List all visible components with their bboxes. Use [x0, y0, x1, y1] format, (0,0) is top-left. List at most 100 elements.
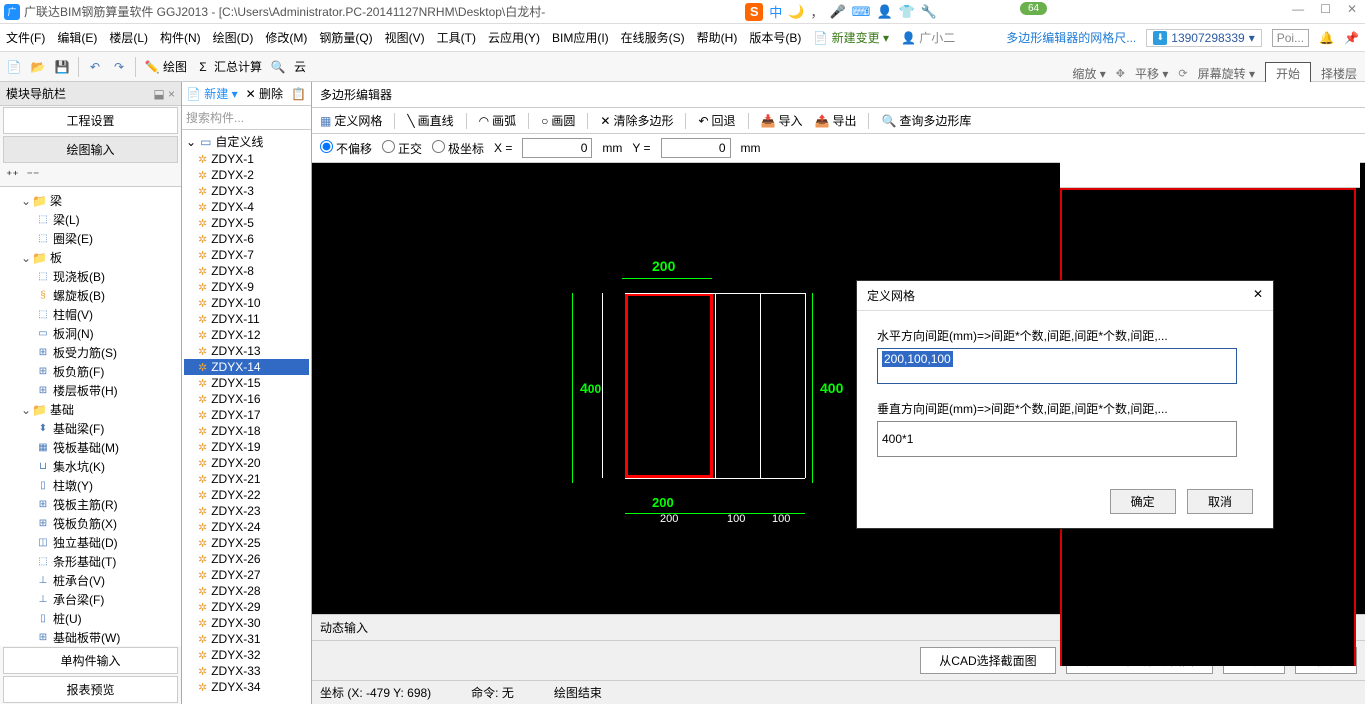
- mid-item[interactable]: ✲ZDYX-5: [184, 215, 309, 231]
- floor-sel-btn[interactable]: 择楼层: [1321, 65, 1357, 82]
- tb-draw-arc[interactable]: ◠画弧: [479, 112, 517, 129]
- tree-fbjc[interactable]: ▦筏板基础(M): [4, 438, 177, 457]
- h-spacing-input[interactable]: 200,100,100: [877, 348, 1237, 384]
- tree-zct[interactable]: ⊥桩承台(V): [4, 571, 177, 590]
- mid-tree[interactable]: ⌄▭自定义线 ✲ZDYX-1✲ZDYX-2✲ZDYX-3✲ZDYX-4✲ZDYX…: [182, 130, 311, 704]
- mid-item[interactable]: ✲ZDYX-11: [184, 311, 309, 327]
- ime-keyboard-icon[interactable]: ⌨: [852, 4, 871, 20]
- phone-box[interactable]: ⬇13907298339 ▾: [1146, 29, 1261, 47]
- tb-undo[interactable]: ↶回退: [698, 112, 735, 129]
- mid-item[interactable]: ✲ZDYX-1: [184, 151, 309, 167]
- mid-item[interactable]: ✲ZDYX-33: [184, 663, 309, 679]
- menu-component[interactable]: 构件(N): [160, 29, 201, 46]
- mid-item[interactable]: ✲ZDYX-18: [184, 423, 309, 439]
- mid-item[interactable]: ✲ZDYX-25: [184, 535, 309, 551]
- new-file-icon[interactable]: 📄: [6, 59, 22, 75]
- tree-dljc[interactable]: ◫独立基础(D): [4, 533, 177, 552]
- menu-edit[interactable]: 编辑(E): [57, 29, 97, 46]
- tree-quanliang[interactable]: ⬚圈梁(E): [4, 229, 177, 248]
- mid-item[interactable]: ✲ZDYX-26: [184, 551, 309, 567]
- nav-collapse-icon[interactable]: ⬓ ×: [153, 87, 175, 101]
- nav-tree[interactable]: ⌄📁梁 ⬚梁(L) ⬚圈梁(E) ⌄📁板 ⬚现浇板(B) §螺旋板(B) ⬚柱帽…: [0, 187, 181, 646]
- tb-import[interactable]: 📥导入: [761, 112, 803, 129]
- mid-item[interactable]: ✲ZDYX-29: [184, 599, 309, 615]
- tree-fbzj[interactable]: ⊞筏板主筋(R): [4, 495, 177, 514]
- mid-item[interactable]: ✲ZDYX-14: [184, 359, 309, 375]
- menu-modify[interactable]: 修改(M): [265, 29, 307, 46]
- mid-item[interactable]: ✲ZDYX-20: [184, 455, 309, 471]
- window-close-icon[interactable]: ✕: [1347, 2, 1357, 16]
- mid-del-btn[interactable]: ✕ 删除: [246, 85, 283, 102]
- tree-bsj[interactable]: ⊞板受力筋(S): [4, 343, 177, 362]
- tb-export[interactable]: 📤导出: [815, 112, 857, 129]
- tree-fbfj[interactable]: ⊞筏板负筋(X): [4, 514, 177, 533]
- draw-btn[interactable]: ✏️绘图: [144, 58, 187, 75]
- ime-person-icon[interactable]: 👤: [876, 4, 892, 20]
- tree-add-icon[interactable]: ⁺⁺: [6, 168, 19, 182]
- mid-item[interactable]: ✲ZDYX-30: [184, 615, 309, 631]
- window-minimize-icon[interactable]: —: [1292, 2, 1304, 16]
- dialog-titlebar[interactable]: 定义网格 ✕: [857, 281, 1273, 311]
- mid-item[interactable]: ✲ZDYX-6: [184, 231, 309, 247]
- tb-draw-line[interactable]: ╲画直线: [407, 112, 453, 129]
- mid-item[interactable]: ✲ZDYX-19: [184, 439, 309, 455]
- ime-wrench-icon[interactable]: 🔧: [921, 4, 937, 20]
- ime-shirt-icon[interactable]: 👕: [899, 4, 915, 20]
- mid-item[interactable]: ✲ZDYX-16: [184, 391, 309, 407]
- radio-ortho[interactable]: 正交: [382, 140, 422, 157]
- tb-clear[interactable]: ✕清除多边形: [600, 112, 673, 129]
- mid-item[interactable]: ✲ZDYX-10: [184, 295, 309, 311]
- zoom-btn[interactable]: 缩放 ▾: [1072, 65, 1105, 82]
- tree-zd[interactable]: ▯柱墩(Y): [4, 476, 177, 495]
- mid-item[interactable]: ✲ZDYX-32: [184, 647, 309, 663]
- mid-item[interactable]: ✲ZDYX-2: [184, 167, 309, 183]
- mid-item[interactable]: ✲ZDYX-13: [184, 343, 309, 359]
- user-indicator[interactable]: 👤 广小二: [901, 29, 955, 46]
- tree-ban[interactable]: ⌄📁板: [4, 248, 177, 267]
- mid-item[interactable]: ✲ZDYX-17: [184, 407, 309, 423]
- v-spacing-input[interactable]: [877, 421, 1237, 457]
- tree-jichu[interactable]: ⌄📁基础: [4, 400, 177, 419]
- tree-zm[interactable]: ⬚柱帽(V): [4, 305, 177, 324]
- mid-item[interactable]: ✲ZDYX-12: [184, 327, 309, 343]
- menu-draw[interactable]: 绘图(D): [213, 29, 254, 46]
- sum-calc-btn[interactable]: Σ汇总计算: [195, 58, 262, 75]
- cloud-btn[interactable]: 云: [294, 58, 306, 75]
- mid-item[interactable]: ✲ZDYX-34: [184, 679, 309, 695]
- tree-jcbd[interactable]: ⊞基础板带(W): [4, 628, 177, 646]
- mid-item[interactable]: ✲ZDYX-22: [184, 487, 309, 503]
- tree-liang-l[interactable]: ⬚梁(L): [4, 210, 177, 229]
- mid-item[interactable]: ✲ZDYX-23: [184, 503, 309, 519]
- ruler-tip[interactable]: 多边形编辑器的网格尺...: [1006, 29, 1136, 46]
- new-change-btn[interactable]: 📄 新建变更 ▾: [813, 29, 889, 46]
- tree-zhuang[interactable]: ▯桩(U): [4, 609, 177, 628]
- open-file-icon[interactable]: 📂: [30, 59, 46, 75]
- dialog-ok-btn[interactable]: 确定: [1110, 489, 1176, 514]
- mid-item[interactable]: ✲ZDYX-24: [184, 519, 309, 535]
- dialog-close-icon[interactable]: ✕: [1253, 287, 1263, 304]
- menu-view[interactable]: 视图(V): [385, 29, 425, 46]
- mid-item[interactable]: ✲ZDYX-31: [184, 631, 309, 647]
- tree-xjb[interactable]: ⬚现浇板(B): [4, 267, 177, 286]
- dialog-cancel-btn[interactable]: 取消: [1187, 489, 1253, 514]
- menu-rebar[interactable]: 钢筋量(Q): [319, 29, 372, 46]
- ime-moon-icon[interactable]: 🌙: [788, 4, 804, 20]
- mid-item[interactable]: ✲ZDYX-27: [184, 567, 309, 583]
- tree-ctl[interactable]: ⊥承台梁(F): [4, 590, 177, 609]
- pin-icon[interactable]: 📌: [1344, 31, 1359, 45]
- mid-item[interactable]: ✲ZDYX-4: [184, 199, 309, 215]
- rotate-btn[interactable]: 屏幕旋转 ▾: [1198, 65, 1255, 82]
- pan-btn[interactable]: 平移 ▾: [1135, 65, 1168, 82]
- mid-new-btn[interactable]: 📄 新建 ▾: [186, 85, 238, 102]
- tree-jsk[interactable]: ⊔集水坑(K): [4, 457, 177, 476]
- tree-liang[interactable]: ⌄📁梁: [4, 191, 177, 210]
- menu-tools[interactable]: 工具(T): [437, 29, 476, 46]
- ime-s-icon[interactable]: S: [745, 3, 763, 21]
- menu-cloud[interactable]: 云应用(Y): [488, 29, 540, 46]
- undo-icon[interactable]: ↶: [87, 59, 103, 75]
- mid-item[interactable]: ✲ZDYX-7: [184, 247, 309, 263]
- tree-lxb[interactable]: §螺旋板(B): [4, 286, 177, 305]
- x-input[interactable]: [522, 138, 592, 158]
- mid-item[interactable]: ✲ZDYX-21: [184, 471, 309, 487]
- menu-bim[interactable]: BIM应用(I): [552, 29, 609, 46]
